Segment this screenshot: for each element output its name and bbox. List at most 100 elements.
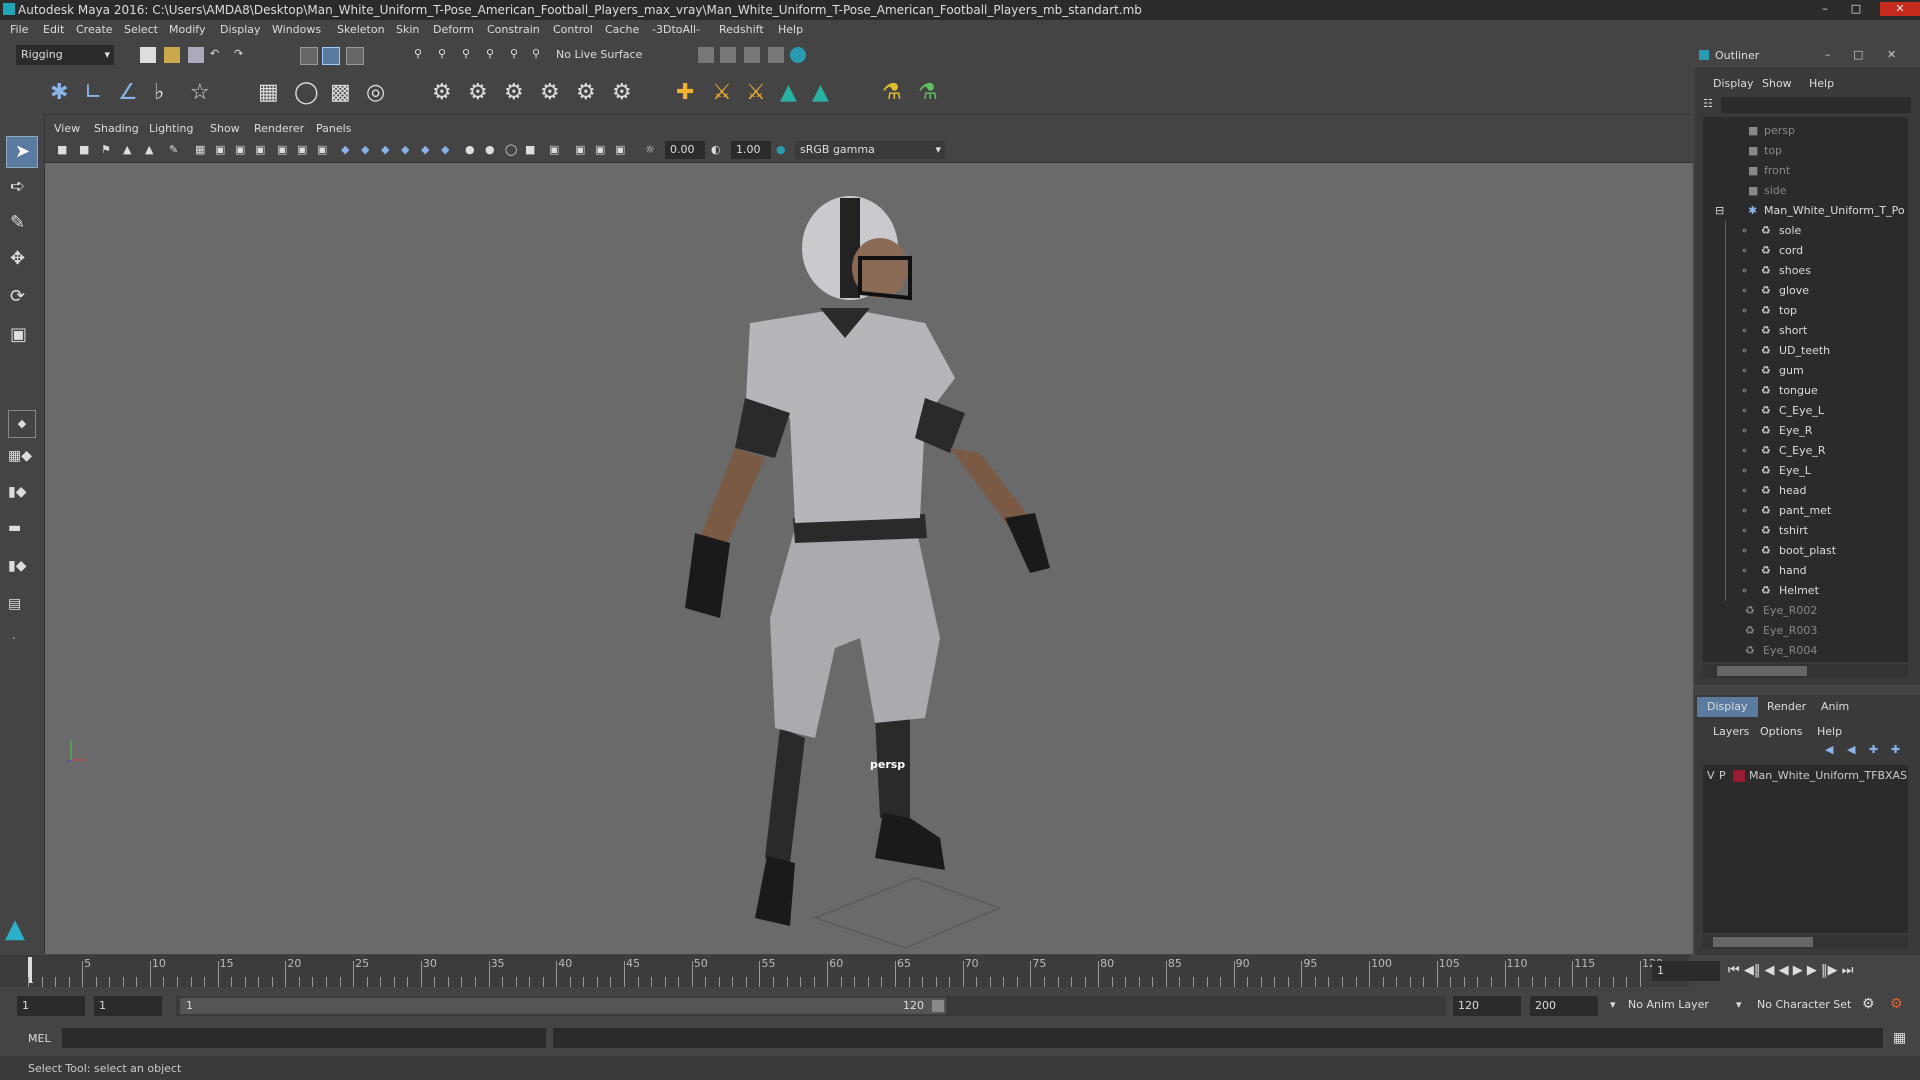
snap-view-icon[interactable]: ⚲ bbox=[486, 47, 502, 63]
anim-layer-chevron-icon[interactable]: ▾ bbox=[1736, 998, 1742, 1011]
command-input[interactable] bbox=[62, 1028, 546, 1048]
outliner-item-child[interactable]: ∘ ♻ glove bbox=[1703, 281, 1913, 301]
snap-surface-icon[interactable]: ⚲ bbox=[510, 47, 526, 63]
script-editor-icon[interactable]: ▦ bbox=[1893, 1030, 1906, 1046]
viewport-3d[interactable]: persp bbox=[45, 118, 1693, 954]
select-component-icon[interactable] bbox=[346, 47, 364, 65]
outliner-h-scrollbar[interactable] bbox=[1703, 664, 1908, 678]
menu-edit[interactable]: Edit bbox=[43, 23, 64, 36]
layer-playback-toggle[interactable]: P bbox=[1719, 767, 1726, 785]
save-scene-icon[interactable] bbox=[188, 47, 204, 63]
xray-components-icon[interactable]: ▣ bbox=[615, 143, 631, 159]
smooth-shade-icon[interactable]: ◆ bbox=[361, 143, 377, 159]
snap-point-icon[interactable]: ⚲ bbox=[462, 47, 478, 63]
constraint-parent-icon[interactable]: ⚙ bbox=[576, 80, 600, 105]
outliner-item-child[interactable]: ∘ ♻ shoes bbox=[1703, 261, 1913, 281]
grease-pencil-icon[interactable]: ✎ bbox=[169, 143, 185, 159]
menu-file[interactable]: File bbox=[10, 23, 28, 36]
layer-tab-render[interactable]: Render bbox=[1757, 697, 1816, 717]
menu-windows[interactable]: Windows bbox=[272, 23, 321, 36]
wireframe-icon[interactable]: ◆ bbox=[341, 143, 357, 159]
mode-dropdown[interactable]: Rigging ▾ bbox=[16, 45, 114, 65]
outliner-item-child[interactable]: ∘ ♻ top bbox=[1703, 301, 1913, 321]
snap-grid-icon[interactable]: ⚲ bbox=[414, 47, 430, 63]
bind-skin-icon[interactable]: ▦ bbox=[258, 80, 282, 105]
textured-icon[interactable]: ◆ bbox=[401, 143, 417, 159]
collapse-icon[interactable]: ⊟ bbox=[1715, 201, 1724, 221]
ipr-render-icon[interactable] bbox=[768, 47, 784, 63]
hik-char-icon[interactable]: ⚔ bbox=[746, 80, 770, 105]
orient-joint-icon[interactable]: ☆ bbox=[190, 80, 214, 105]
xray-icon[interactable]: ▣ bbox=[575, 143, 591, 159]
step-back-icon[interactable]: ◀‖ bbox=[1744, 963, 1761, 978]
outliner-item-child[interactable]: ∘ ♻ boot_plast bbox=[1703, 541, 1913, 561]
go-to-start-icon[interactable]: ⏮ bbox=[1728, 963, 1740, 978]
outliner-h-scroll-thumb[interactable] bbox=[1717, 666, 1807, 676]
isolate-select-icon[interactable]: ▣ bbox=[549, 143, 565, 159]
outliner-menu-show[interactable]: Show bbox=[1762, 77, 1792, 90]
play-backward-icon[interactable]: ◀ bbox=[1779, 963, 1789, 978]
outliner-maximize-button[interactable]: □ bbox=[1853, 48, 1863, 61]
menu-skin[interactable]: Skin bbox=[396, 23, 419, 36]
hik-icon[interactable]: ⚔ bbox=[712, 80, 736, 105]
select-object-icon[interactable] bbox=[322, 47, 340, 65]
range-bar-track[interactable]: 1 120 bbox=[176, 996, 1446, 1016]
layers-menu-layers[interactable]: Layers bbox=[1713, 725, 1749, 738]
layers-menu-help[interactable]: Help bbox=[1817, 725, 1842, 738]
four-pane-icon[interactable]: ▦◆ bbox=[8, 448, 34, 474]
menu-skeleton[interactable]: Skeleton bbox=[337, 23, 385, 36]
go-to-end-icon[interactable]: ⏭ bbox=[1842, 963, 1854, 978]
depth-of-field-icon[interactable]: ■ bbox=[525, 143, 541, 159]
redo-icon[interactable]: ↷ bbox=[234, 47, 250, 63]
outliner-item-extra[interactable]: ♻ Eye_R002 bbox=[1703, 601, 1913, 621]
menu-3dtoall[interactable]: -3DtoAll- bbox=[652, 23, 700, 36]
cluster-icon[interactable]: ◎ bbox=[366, 80, 390, 105]
camera-attr-icon[interactable]: ■ bbox=[79, 143, 95, 159]
maya-m-icon[interactable]: ▲ bbox=[780, 80, 804, 105]
shadows-icon[interactable]: ◆ bbox=[441, 143, 457, 159]
layer-move-down-icon[interactable]: ◀ bbox=[1847, 743, 1855, 756]
animation-end-field[interactable]: 200 bbox=[1530, 996, 1598, 1016]
playback-start-field[interactable]: 1 bbox=[94, 996, 162, 1016]
playback-end-field[interactable]: 120 bbox=[1453, 996, 1521, 1016]
motion-blur-icon[interactable]: ● bbox=[485, 143, 501, 159]
outliner-item-child[interactable]: ∘ ♻ Eye_L bbox=[1703, 461, 1913, 481]
layer-tab-display[interactable]: Display bbox=[1697, 697, 1758, 717]
outliner-item-side[interactable]: ■ side bbox=[1703, 181, 1913, 201]
range-bar-grip[interactable] bbox=[932, 1000, 944, 1012]
open-scene-icon[interactable] bbox=[164, 47, 180, 63]
outliner-item-extra[interactable]: ♻ Eye_R004 bbox=[1703, 641, 1913, 661]
animation-start-field[interactable]: 1 bbox=[17, 996, 85, 1016]
graph-layout-icon[interactable]: ▤ bbox=[8, 596, 34, 622]
menu-cache[interactable]: Cache bbox=[605, 23, 639, 36]
safe-action-icon[interactable]: ▣ bbox=[297, 143, 313, 159]
ik-handle-icon[interactable]: ∟ bbox=[84, 80, 108, 105]
layer-color-swatch[interactable] bbox=[1733, 770, 1745, 782]
new-layer-icon[interactable]: ✚ bbox=[1869, 743, 1878, 756]
undo-icon[interactable]: ↶ bbox=[210, 47, 226, 63]
constraint-pole-icon[interactable]: ⚙ bbox=[612, 80, 636, 105]
stacked-panes-icon[interactable]: ▬ bbox=[8, 520, 34, 546]
menu-display[interactable]: Display bbox=[220, 23, 261, 36]
constraint-scale-icon[interactable]: ⚙ bbox=[540, 80, 564, 105]
menu-modify[interactable]: Modify bbox=[169, 23, 205, 36]
menu-control[interactable]: Control bbox=[553, 23, 593, 36]
gamma-field[interactable]: 1.00 bbox=[731, 141, 771, 159]
outliner-item-child[interactable]: ∘ ♻ C_Eye_R bbox=[1703, 441, 1913, 461]
anti-aliasing-icon[interactable]: ◯ bbox=[505, 143, 521, 159]
hypershade-icon[interactable] bbox=[790, 47, 806, 63]
range-bar-handle[interactable]: 1 120 bbox=[180, 998, 946, 1014]
constraint-point-icon[interactable]: ⚙ bbox=[432, 80, 456, 105]
menu-constrain[interactable]: Constrain bbox=[487, 23, 540, 36]
outliner-item-child[interactable]: ∘ ♻ cord bbox=[1703, 241, 1913, 261]
bookmark-icon[interactable]: ⚑ bbox=[101, 143, 117, 159]
minimize-button[interactable]: – bbox=[1816, 2, 1834, 16]
constraint-aim-icon[interactable]: ⚙ bbox=[468, 80, 492, 105]
more-layouts-icon[interactable]: · bbox=[12, 632, 16, 645]
attach-icon[interactable]: ⚗ bbox=[882, 80, 906, 105]
close-button[interactable]: ✕ bbox=[1880, 2, 1920, 16]
locator-icon[interactable]: ✚ bbox=[676, 80, 700, 105]
vp-menu-show[interactable]: Show bbox=[210, 122, 240, 135]
outliner-item-child[interactable]: ∘ ♻ sole bbox=[1703, 221, 1913, 241]
gamma-icon[interactable]: ◐ bbox=[711, 143, 727, 159]
